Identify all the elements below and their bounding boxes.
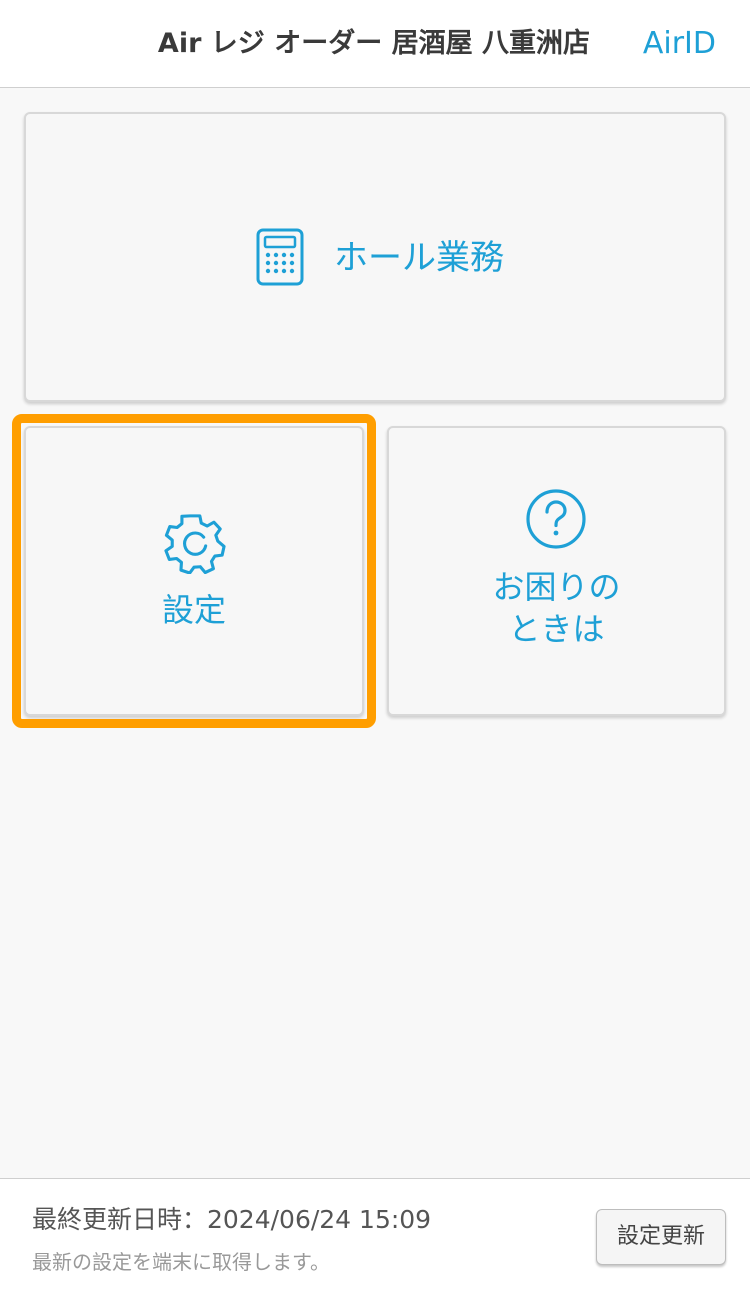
help-label-line2: ときは <box>508 610 605 648</box>
help-tile[interactable]: お困りの ときは <box>387 426 726 716</box>
help-label: お困りの ときは <box>389 566 724 650</box>
update-settings-button[interactable]: 設定更新 <box>596 1209 726 1265</box>
hall-operations-tile[interactable]: ホール業務 <box>24 112 726 402</box>
airid-link[interactable]: AirID <box>643 0 716 88</box>
settings-label: 設定 <box>161 591 226 629</box>
last-updated-text: 最終更新日時：2024/06/24 15:09 <box>32 1205 432 1234</box>
question-circle-icon <box>526 489 586 549</box>
footer-note: 最新の設定を端末に取得します。 <box>32 1250 330 1274</box>
header-bar: Air レジ オーダー 居酒屋 八重洲店 AirID <box>0 0 750 88</box>
hall-operations-label: ホール業務 <box>334 238 504 278</box>
gear-icon <box>164 514 226 574</box>
help-label-line1: お困りの <box>492 568 621 606</box>
settings-tile[interactable]: 設定 <box>24 426 364 716</box>
store-title: Air レジ オーダー 居酒屋 八重洲店 <box>157 28 590 59</box>
footer-bar: 最終更新日時：2024/06/24 15:09 最新の設定を端末に取得します。 … <box>0 1178 750 1294</box>
calculator-icon <box>256 228 304 286</box>
